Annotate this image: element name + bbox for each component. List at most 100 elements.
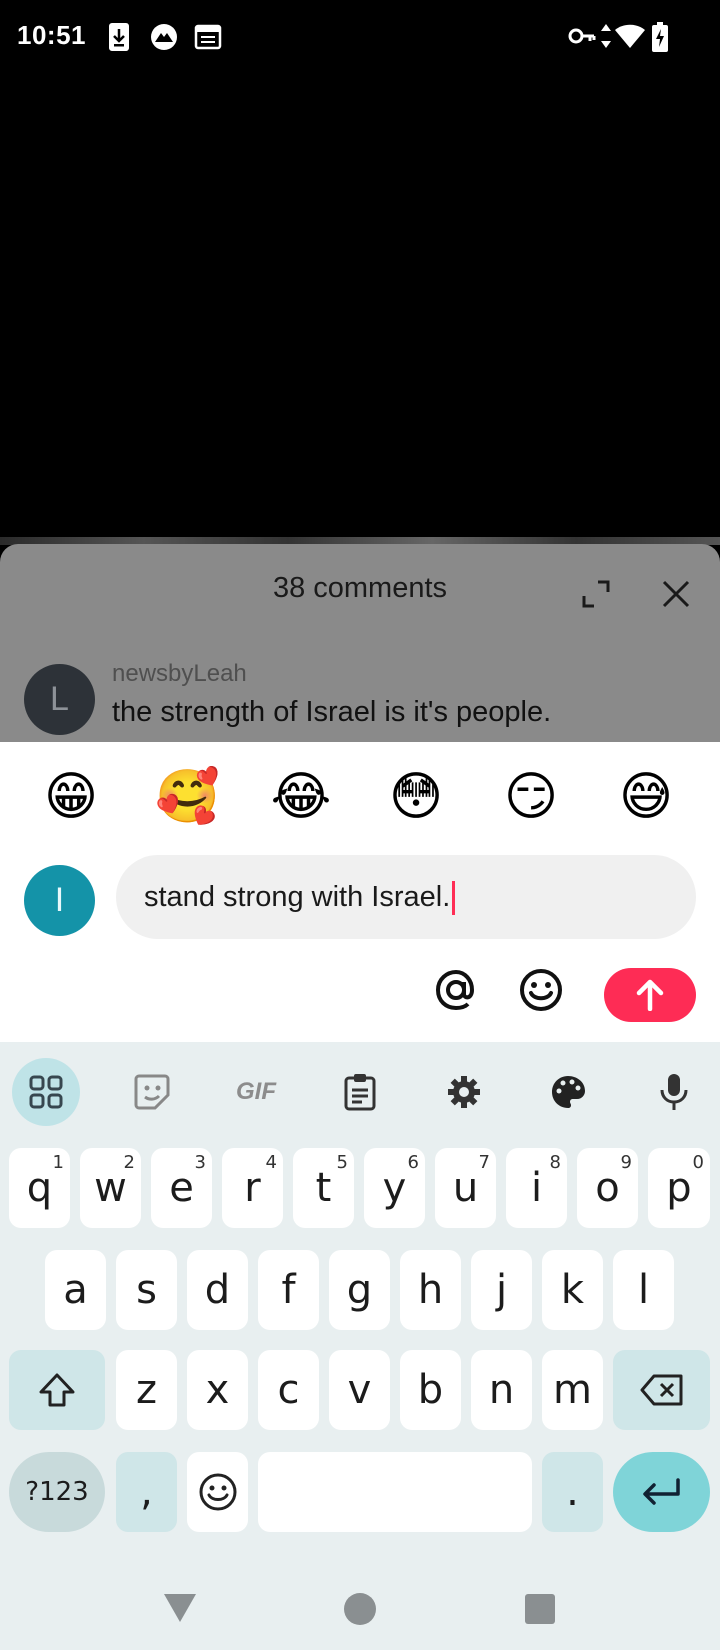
key-hint: 4 (265, 1152, 277, 1173)
comment-username[interactable]: newsbyLeah (112, 660, 247, 688)
at-mention-icon[interactable] (433, 967, 479, 1013)
key-label: y (382, 1165, 407, 1211)
key-label: t (315, 1165, 332, 1211)
key-g[interactable]: g (329, 1250, 390, 1330)
sticker-icon[interactable] (118, 1058, 186, 1126)
emoji-key-icon (199, 1473, 236, 1511)
emoji-sweat-smile-button[interactable]: 😅 (615, 766, 677, 828)
theme-palette-icon[interactable] (534, 1058, 602, 1126)
comment-input[interactable]: stand strong with Israel. (116, 855, 696, 939)
key-f[interactable]: f (258, 1250, 319, 1330)
gif-label: GIF (236, 1078, 276, 1105)
status-time: 10:51 (17, 20, 86, 50)
key-label: w (94, 1165, 127, 1211)
enter-key[interactable] (613, 1452, 710, 1532)
key-label: u (452, 1165, 479, 1211)
key-p[interactable]: p0 (648, 1148, 710, 1228)
key-k[interactable]: k (542, 1250, 603, 1330)
emoji-grin-button[interactable]: 😁 (40, 766, 102, 828)
key-hint: 3 (194, 1152, 206, 1173)
key-hint: 7 (478, 1152, 490, 1173)
comments-count-title: 38 comments (272, 572, 448, 604)
back-icon[interactable] (162, 1592, 198, 1629)
home-icon[interactable] (343, 1592, 377, 1631)
emoji-hearts-button[interactable]: 🥰 (155, 766, 220, 828)
period-key[interactable]: . (542, 1452, 603, 1532)
key-label: i (530, 1165, 543, 1211)
key-hint: 0 (692, 1152, 704, 1173)
shift-icon (39, 1373, 75, 1407)
comma-key[interactable]: , (116, 1452, 177, 1532)
data-arrows-icon (600, 22, 612, 55)
vpn-key-icon (568, 22, 596, 55)
battery-charging-icon (652, 22, 668, 57)
key-v[interactable]: v (329, 1350, 390, 1430)
emoji-key[interactable] (187, 1452, 248, 1532)
key-hint: 9 (620, 1152, 632, 1173)
key-a[interactable]: a (45, 1250, 106, 1330)
key-j[interactable]: j (471, 1250, 532, 1330)
my-avatar: I (24, 865, 95, 936)
key-e[interactable]: e3 (151, 1148, 212, 1228)
key-label: p (666, 1165, 692, 1211)
key-y[interactable]: y6 (364, 1148, 425, 1228)
key-h[interactable]: h (400, 1250, 461, 1330)
clipboard-icon[interactable] (326, 1058, 394, 1126)
send-icon (636, 979, 664, 1011)
emoji-flushed-button[interactable]: 😳 (385, 766, 447, 828)
emoji-smirk-button[interactable]: 😏 (500, 766, 562, 828)
key-hint: 5 (336, 1152, 348, 1173)
key-hint: 2 (123, 1152, 135, 1173)
key-hint: 1 (52, 1152, 64, 1173)
key-o[interactable]: o9 (577, 1148, 638, 1228)
text-caret (452, 881, 456, 916)
wifi-icon (614, 22, 646, 55)
key-label: e (169, 1165, 194, 1211)
microphone-icon[interactable] (640, 1058, 708, 1126)
comment-avatar[interactable]: L (24, 664, 95, 735)
calendar-icon (194, 22, 222, 55)
key-label: q (26, 1165, 53, 1211)
space-key[interactable] (258, 1452, 532, 1532)
comments-sheet: 38 comments L newsbyLeah the strength of… (0, 544, 720, 744)
shift-key[interactable] (9, 1350, 105, 1430)
key-s[interactable]: s (116, 1250, 177, 1330)
system-nav-bar (0, 1572, 720, 1650)
backspace-icon (640, 1374, 682, 1406)
gif-icon[interactable]: GIF (222, 1058, 290, 1126)
incognito-icon (150, 22, 178, 57)
download-icon (108, 22, 130, 57)
backspace-key[interactable] (613, 1350, 710, 1430)
key-w[interactable]: w2 (80, 1148, 141, 1228)
key-hint: 6 (407, 1152, 419, 1173)
apps-grid-icon[interactable] (12, 1058, 80, 1126)
recents-icon[interactable] (524, 1593, 556, 1630)
close-icon[interactable] (660, 578, 692, 610)
key-hint: 8 (549, 1152, 561, 1173)
key-n[interactable]: n (471, 1350, 532, 1430)
comment-input-value[interactable]: stand strong with Israel. (144, 881, 456, 916)
key-t[interactable]: t5 (293, 1148, 354, 1228)
comment-compose-panel: 😁 🥰 😂 😳 😏 😅 I stand strong with Israel. (0, 742, 720, 1042)
key-m[interactable]: m (542, 1350, 603, 1430)
key-z[interactable]: z (116, 1350, 177, 1430)
quick-emoji-row: 😁 🥰 😂 😳 😏 😅 (0, 742, 720, 854)
key-c[interactable]: c (258, 1350, 319, 1430)
emoji-icon[interactable] (518, 967, 564, 1013)
key-b[interactable]: b (400, 1350, 461, 1430)
key-q[interactable]: q1 (9, 1148, 70, 1228)
key-r[interactable]: r4 (222, 1148, 283, 1228)
key-l[interactable]: l (613, 1250, 674, 1330)
symbols-key[interactable]: ?123 (9, 1452, 105, 1532)
settings-gear-icon[interactable] (430, 1058, 498, 1126)
send-button[interactable] (604, 968, 696, 1022)
key-label: r (244, 1165, 261, 1211)
emoji-joy-button[interactable]: 😂 (270, 766, 332, 828)
key-d[interactable]: d (187, 1250, 248, 1330)
key-x[interactable]: x (187, 1350, 248, 1430)
video-player[interactable] (0, 74, 720, 544)
key-u[interactable]: u7 (435, 1148, 496, 1228)
expand-icon[interactable] (580, 578, 612, 610)
keyboard-toolbar: GIF (0, 1042, 720, 1142)
key-i[interactable]: i8 (506, 1148, 567, 1228)
